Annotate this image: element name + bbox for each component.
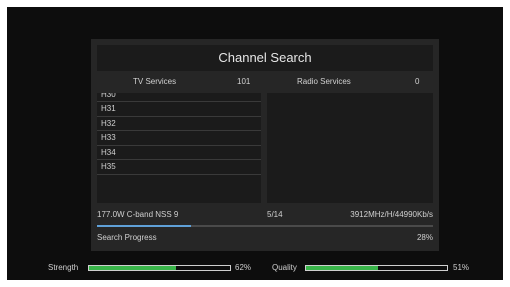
tv-services-count: 101 <box>237 77 251 86</box>
services-row: TV Services 101 Radio Services 0 <box>97 73 433 91</box>
channel-search-panel: Channel Search TV Services 101 Radio Ser… <box>91 39 439 251</box>
satellite-name: 177.0W C-band NSS 9 <box>97 210 179 219</box>
list-item[interactable]: H34 <box>97 146 261 160</box>
transponder-info: 3912MHz/H/44990Kb/s <box>350 210 433 219</box>
strength-bar <box>88 265 231 271</box>
list-item[interactable]: H30 <box>97 93 261 102</box>
dialog-title: Channel Search <box>97 45 433 71</box>
list-item[interactable]: H35 <box>97 160 261 175</box>
strength-fill <box>89 266 177 270</box>
strength-meter: Strength 62% <box>7 262 257 274</box>
satellite-index: 5/14 <box>267 210 283 219</box>
tv-channel-list[interactable]: H30 H31 H32 H33 H34 H35 <box>97 93 261 203</box>
search-progress-label: Search Progress <box>97 233 157 242</box>
satellite-info-row: 177.0W C-band NSS 9 5/14 3912MHz/H/44990… <box>97 207 433 223</box>
search-progress-value: 28% <box>416 233 433 242</box>
tv-services-label: TV Services <box>133 77 177 86</box>
list-item[interactable]: H32 <box>97 117 261 131</box>
quality-label: Quality <box>272 263 297 272</box>
list-item[interactable]: H31 <box>97 102 261 117</box>
radio-channel-list[interactable] <box>267 93 433 203</box>
quality-bar <box>305 265 448 271</box>
radio-services-label: Radio Services <box>297 77 351 86</box>
tv-screen: Channel Search TV Services 101 Radio Ser… <box>7 7 503 280</box>
quality-fill <box>306 266 378 270</box>
strength-value: 62% <box>235 263 252 272</box>
search-progress-fill <box>97 225 192 227</box>
search-progress-row: Search Progress 28% <box>97 231 433 245</box>
quality-value: 51% <box>453 263 470 272</box>
strength-label: Strength <box>48 263 79 272</box>
list-item[interactable]: H33 <box>97 131 261 146</box>
search-progress-bar <box>97 225 433 227</box>
radio-services-count: 0 <box>415 77 420 86</box>
quality-meter: Quality 51% <box>257 262 503 274</box>
